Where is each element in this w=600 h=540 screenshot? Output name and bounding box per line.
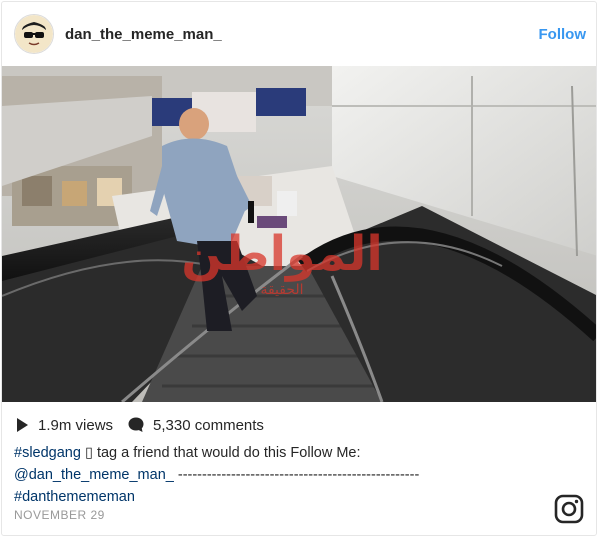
post-header: dan_the_meme_man_ Follow xyxy=(2,2,596,66)
avatar[interactable] xyxy=(14,14,54,54)
emoji-glyph: ▯ xyxy=(84,445,93,461)
follow-button[interactable]: Follow xyxy=(539,26,587,44)
mention-link[interactable]: @dan_the_meme_man_ xyxy=(14,467,174,483)
views-count: 1.9m views xyxy=(38,416,114,434)
hashtag-link[interactable]: #sledgang xyxy=(14,445,81,461)
post-video[interactable]: المواطن الحقيقة xyxy=(2,66,596,402)
username[interactable]: dan_the_meme_man_ xyxy=(65,26,222,44)
post-caption: #sledgang ▯ tag a friend that would do t… xyxy=(14,442,534,508)
watermark-sub-text: الحقيقة xyxy=(260,282,304,298)
instagram-icon xyxy=(554,494,584,524)
post-stats: 1.9m views 5,330 comments xyxy=(14,414,278,436)
hashtag-link[interactable]: #danthemememan xyxy=(14,489,135,505)
comments-count: 5,330 comments xyxy=(153,416,264,434)
watermark-logo: المواطن الحقيقة xyxy=(162,226,402,306)
post-date: NOVEMBER 29 xyxy=(14,508,105,522)
caption-divider: ----------------------------------------… xyxy=(177,467,420,483)
caption-text: tag a friend that would do this Follow M… xyxy=(96,445,361,461)
views-stat[interactable]: 1.9m views xyxy=(14,417,113,434)
comments-stat[interactable]: 5,330 comments xyxy=(127,416,264,434)
instagram-logo[interactable] xyxy=(554,494,584,524)
post-card: dan_the_meme_man_ Follow المواطن الحقيقة… xyxy=(1,1,597,536)
play-icon xyxy=(17,418,28,432)
watermark-main-text: المواطن xyxy=(181,226,383,282)
comment-bubble-icon xyxy=(128,417,144,432)
avatar-face-icon xyxy=(15,15,53,53)
